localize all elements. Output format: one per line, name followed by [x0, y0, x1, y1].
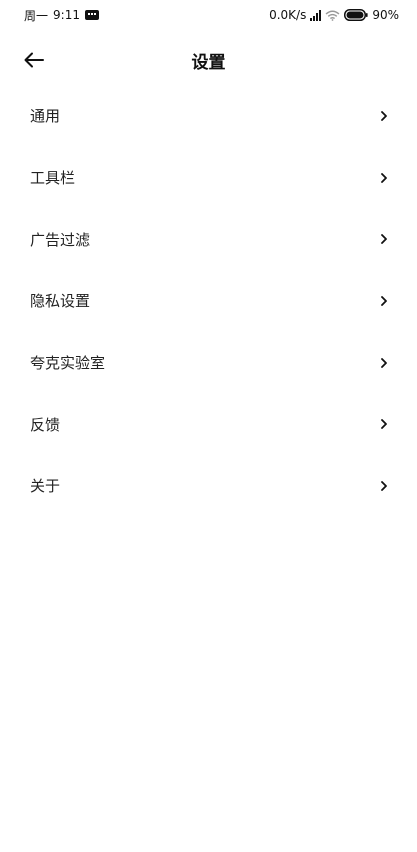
chevron-right-icon — [379, 418, 389, 430]
chevron-right-icon — [379, 480, 389, 492]
battery-icon — [344, 9, 368, 21]
message-icon — [84, 10, 99, 20]
settings-item-feedback[interactable]: 反馈 — [0, 393, 417, 455]
settings-item-label: 工具栏 — [30, 169, 76, 188]
status-time: 9:11 — [53, 8, 80, 22]
wifi-icon — [325, 10, 340, 21]
status-day: 周一 — [24, 8, 49, 23]
chevron-right-icon — [379, 233, 389, 245]
status-left: 周一 9:11 — [24, 7, 99, 24]
status-right: 0.0K/s 90% — [269, 8, 399, 22]
settings-item-about[interactable]: 关于 — [0, 455, 417, 517]
chevron-right-icon — [379, 110, 389, 122]
status-bar: 周一 9:11 0.0K/s 90% — [0, 0, 417, 30]
network-speed: 0.0K/s — [269, 8, 307, 22]
settings-item-labs[interactable]: 夸克实验室 — [0, 332, 417, 394]
chevron-right-icon — [379, 295, 389, 307]
settings-item-label: 关于 — [30, 477, 61, 496]
settings-item-privacy[interactable]: 隐私设置 — [0, 270, 417, 332]
chevron-right-icon — [379, 172, 389, 184]
settings-item-label: 广告过滤 — [30, 230, 91, 249]
settings-list: 通用 工具栏 广告过滤 隐私设置 夸克实验室 反馈 关于 — [0, 85, 417, 517]
settings-item-label: 隐私设置 — [30, 292, 91, 311]
header: 设置 — [0, 40, 417, 80]
signal-icon — [310, 9, 322, 21]
settings-item-toolbar[interactable]: 工具栏 — [0, 147, 417, 209]
battery-percent: 90% — [372, 8, 399, 22]
settings-item-label: 夸克实验室 — [30, 354, 106, 373]
page-title: 设置 — [191, 53, 226, 73]
settings-item-ad-filter[interactable]: 广告过滤 — [0, 208, 417, 270]
settings-item-label: 通用 — [30, 107, 61, 126]
chevron-right-icon — [379, 357, 389, 369]
settings-item-label: 反馈 — [30, 415, 61, 434]
settings-item-general[interactable]: 通用 — [0, 85, 417, 147]
